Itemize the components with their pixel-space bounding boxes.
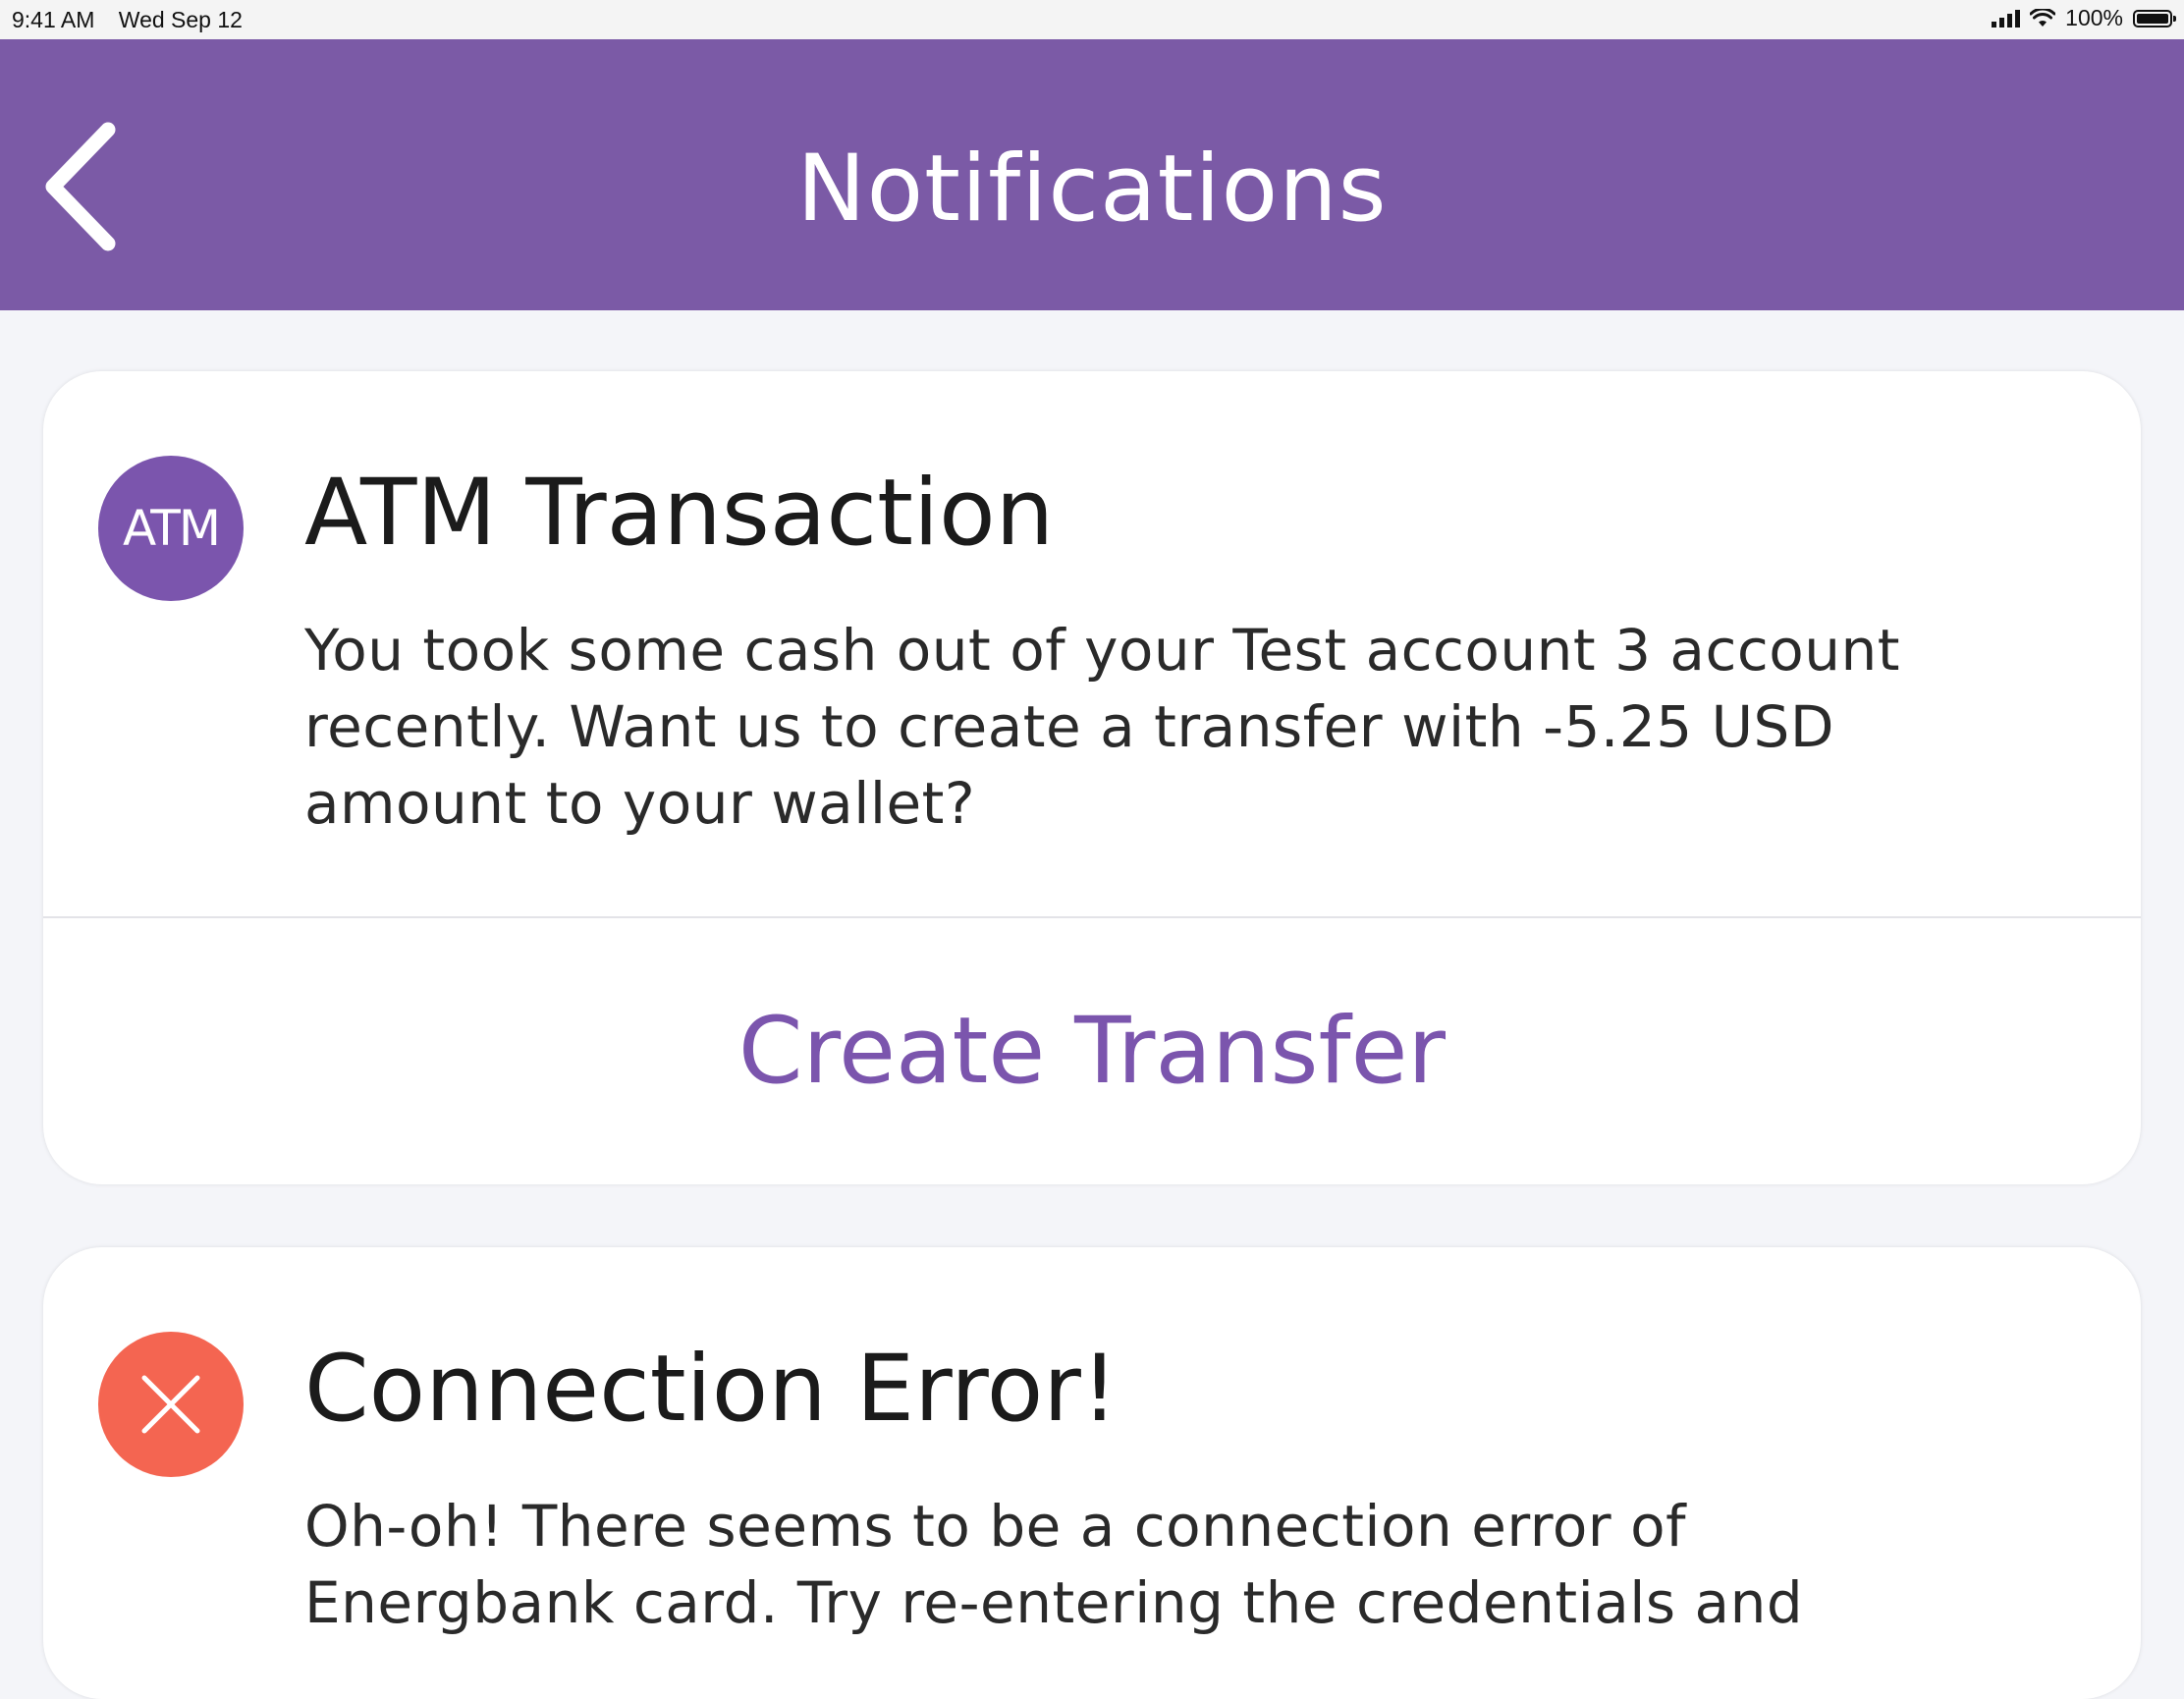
notification-card-connection-error: Connection Error! Oh-oh! There seems to … xyxy=(43,1247,2141,1699)
atm-icon-label: ATM xyxy=(122,500,221,557)
notification-body: Oh-oh! There seems to be a connection er… xyxy=(304,1488,2111,1641)
notification-title: Connection Error! xyxy=(304,1336,1119,1443)
close-icon xyxy=(141,1375,200,1434)
notification-body-line: amount to your wallet? xyxy=(304,770,976,837)
notification-title: ATM Transaction xyxy=(304,460,1055,567)
notification-body: You took some cash out of your Test acco… xyxy=(304,612,2111,842)
nav-bar: Notifications xyxy=(0,39,2184,310)
notification-body-line: recently. Want us to create a transfer w… xyxy=(304,693,1835,760)
error-avatar xyxy=(98,1332,244,1477)
notification-card-atm: ATM ATM Transaction You took some cash o… xyxy=(43,371,2141,1184)
status-left: 9:41 AM Wed Sep 12 xyxy=(12,7,243,33)
status-right: 100% xyxy=(1992,5,2176,31)
battery-icon xyxy=(2133,9,2176,27)
atm-icon: ATM xyxy=(98,456,244,601)
status-time: 9:41 AM xyxy=(12,7,95,32)
status-bar: 9:41 AM Wed Sep 12 100% xyxy=(0,0,2184,39)
battery-percent: 100% xyxy=(2065,5,2123,30)
create-transfer-button[interactable]: Create Transfer xyxy=(43,918,2141,1184)
page-title: Notifications xyxy=(796,136,1388,243)
notification-body-line: You took some cash out of your Test acco… xyxy=(304,617,1900,684)
notification-body-line: Oh-oh! There seems to be a connection er… xyxy=(304,1493,1686,1560)
notification-body-line: Energbank card. Try re-entering the cred… xyxy=(304,1569,1804,1636)
wifi-icon xyxy=(2030,8,2056,27)
cellular-signal-icon xyxy=(1992,9,2021,27)
status-date: Wed Sep 12 xyxy=(118,7,243,32)
